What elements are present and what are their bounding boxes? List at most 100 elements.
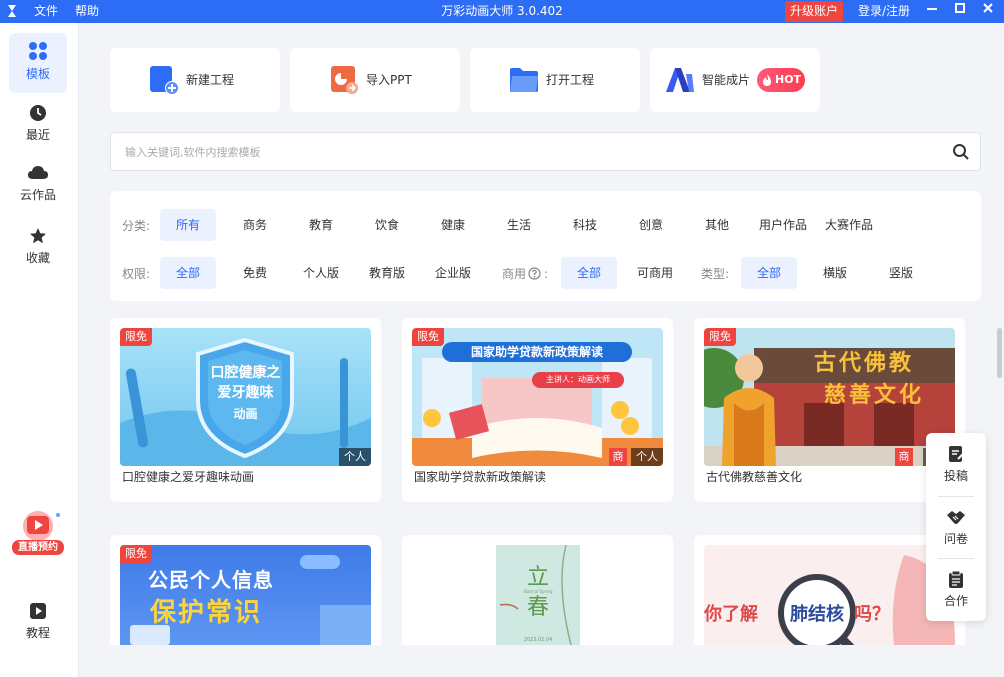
category-user-works[interactable]: 用户作品 <box>755 209 811 241</box>
lung-illustration <box>778 555 955 645</box>
tool-label: 智能成片 <box>702 73 751 87</box>
thumb-text: 你了解 <box>704 604 758 625</box>
commercial-colon: : <box>544 267 549 281</box>
permission-free[interactable]: 免费 <box>227 257 283 289</box>
permission-enterprise[interactable]: 企业版 <box>425 257 481 289</box>
sidebar-item-label: 教程 <box>25 626 50 640</box>
category-life[interactable]: 生活 <box>491 209 547 241</box>
upgrade-account-button[interactable]: 升级账户 <box>785 1 843 22</box>
thumb-text: 春 <box>526 595 549 620</box>
new-project-icon <box>150 66 179 95</box>
minimize-icon[interactable] <box>923 2 941 20</box>
ai-video-button[interactable]: 智能成片 HOT <box>650 48 820 112</box>
window-title: 万彩动画大师 3.0.402 <box>441 4 563 18</box>
template-card[interactable]: 国家助学贷款新政策解读 主讲人：动画大师 限免 商 个人 国家助学贷款新政策解读 <box>402 318 673 502</box>
thumb-text: 立 <box>526 565 549 590</box>
close-icon[interactable] <box>979 2 997 20</box>
menu-help[interactable]: 帮助 <box>75 4 99 19</box>
new-project-button[interactable]: 新建工程 <box>110 48 280 112</box>
folder-open-icon <box>510 68 538 92</box>
app-logo-icon <box>6 4 18 18</box>
category-contest-works[interactable]: 大赛作品 <box>821 209 877 241</box>
sidebar-item-favorites[interactable]: 收藏 <box>9 219 67 279</box>
thumb-text: Start of Spring <box>523 589 553 594</box>
ai-logo-icon <box>666 68 694 92</box>
floating-action-panel: 投稿 问卷 合作 <box>926 433 986 621</box>
sidebar-item-templates[interactable]: 模板 <box>9 33 67 93</box>
edit-submit-icon <box>949 446 964 462</box>
sidebar-item-label: 收藏 <box>25 251 50 265</box>
sidebar-item-label: 最近 <box>25 128 50 142</box>
play-tutorial-icon <box>30 603 46 619</box>
import-ppt-button[interactable]: 导入PPT <box>290 48 460 112</box>
thumb-text: 爱牙趣味 <box>217 385 274 401</box>
clipboard-icon <box>949 570 963 588</box>
clock-icon <box>30 105 46 121</box>
thumb-text: 公民个人信息 <box>148 568 274 592</box>
category-all[interactable]: 所有 <box>160 209 216 241</box>
open-project-button[interactable]: 打开工程 <box>470 48 640 112</box>
privacy-illustration <box>130 555 371 645</box>
category-label: 分类: <box>122 219 151 233</box>
permission-personal[interactable]: 个人版 <box>293 257 349 289</box>
cooperation-button[interactable]: 合作 <box>926 560 986 620</box>
category-business[interactable]: 商务 <box>227 209 283 241</box>
flame-icon <box>763 74 771 86</box>
float-item-label: 合作 <box>943 594 968 608</box>
thumb-text: 动画 <box>233 407 258 421</box>
template-search-bar <box>110 132 981 171</box>
survey-button[interactable]: 问卷 <box>926 498 986 558</box>
cloud-icon <box>28 166 48 179</box>
left-sidebar: 模板 最近 云作品 收藏 直播预约 教程 <box>0 23 79 677</box>
template-grid-icon <box>29 42 47 60</box>
sidebar-item-tutorial[interactable]: 教程 <box>9 594 67 654</box>
thumb-text: 保护常识 <box>150 598 263 628</box>
category-creative[interactable]: 创意 <box>623 209 679 241</box>
import-ppt-icon <box>331 66 358 94</box>
free-tag: 限免 <box>120 328 152 346</box>
search-input[interactable] <box>125 143 925 161</box>
submit-button[interactable]: 投稿 <box>926 435 986 495</box>
float-item-label: 问卷 <box>943 532 968 546</box>
permission-label: 权限: <box>122 267 151 281</box>
thumb-text: 主讲人：动画大师 <box>546 375 610 384</box>
category-health[interactable]: 健康 <box>425 209 481 241</box>
category-education[interactable]: 教育 <box>293 209 349 241</box>
template-card[interactable]: 古代佛教 慈善文化 限免 商 个人 古代佛教慈善文化 <box>694 318 965 502</box>
type-portrait[interactable]: 竖版 <box>873 257 929 289</box>
vertical-scrollbar-thumb[interactable] <box>997 328 1002 378</box>
template-card[interactable]: 你了解 肺结核 吗？ <box>694 535 965 645</box>
divider <box>938 558 974 559</box>
thumb-text: 国家助学贷款新政策解读 <box>470 345 603 359</box>
template-title: 古代佛教慈善文化 <box>706 470 803 484</box>
category-food[interactable]: 饮食 <box>359 209 415 241</box>
permission-education[interactable]: 教育版 <box>359 257 415 289</box>
permission-all[interactable]: 全部 <box>160 257 216 289</box>
search-icon[interactable] <box>952 143 970 161</box>
commercial-all[interactable]: 全部 <box>561 257 617 289</box>
sidebar-item-label: 模板 <box>25 67 50 81</box>
template-card[interactable]: 公民个人信息 保护常识 限免 <box>110 535 381 645</box>
template-thumbnail: 立 春 Start of Spring 2023.02.04 <box>412 545 663 645</box>
maximize-icon[interactable] <box>951 2 969 20</box>
thumb-text: 慈善文化 <box>823 382 924 408</box>
help-question-icon[interactable] <box>528 267 541 280</box>
live-reservation-badge[interactable]: 直播预约 <box>10 510 66 560</box>
commercial-allowed[interactable]: 可商用 <box>627 257 683 289</box>
thumb-text: 口腔健康之 <box>210 365 281 381</box>
template-card[interactable]: 口腔健康之 爱牙趣味 动画 限免 个人 口腔健康之爱牙趣味动画 <box>110 318 381 502</box>
sidebar-item-recent[interactable]: 最近 <box>9 96 67 156</box>
tool-label: 新建工程 <box>186 73 235 87</box>
type-label: 类型: <box>701 267 730 281</box>
free-tag: 限免 <box>704 328 736 346</box>
template-title: 国家助学贷款新政策解读 <box>414 470 547 484</box>
menu-file[interactable]: 文件 <box>34 4 58 19</box>
thumb-text: 2023.02.04 <box>523 637 553 643</box>
category-tech[interactable]: 科技 <box>557 209 613 241</box>
template-card[interactable]: 立 春 Start of Spring 2023.02.04 <box>402 535 673 645</box>
sidebar-item-cloud[interactable]: 云作品 <box>9 156 67 216</box>
type-landscape[interactable]: 横版 <box>807 257 863 289</box>
category-other[interactable]: 其他 <box>689 209 745 241</box>
login-register-link[interactable]: 登录/注册 <box>858 4 910 19</box>
type-all[interactable]: 全部 <box>741 257 797 289</box>
